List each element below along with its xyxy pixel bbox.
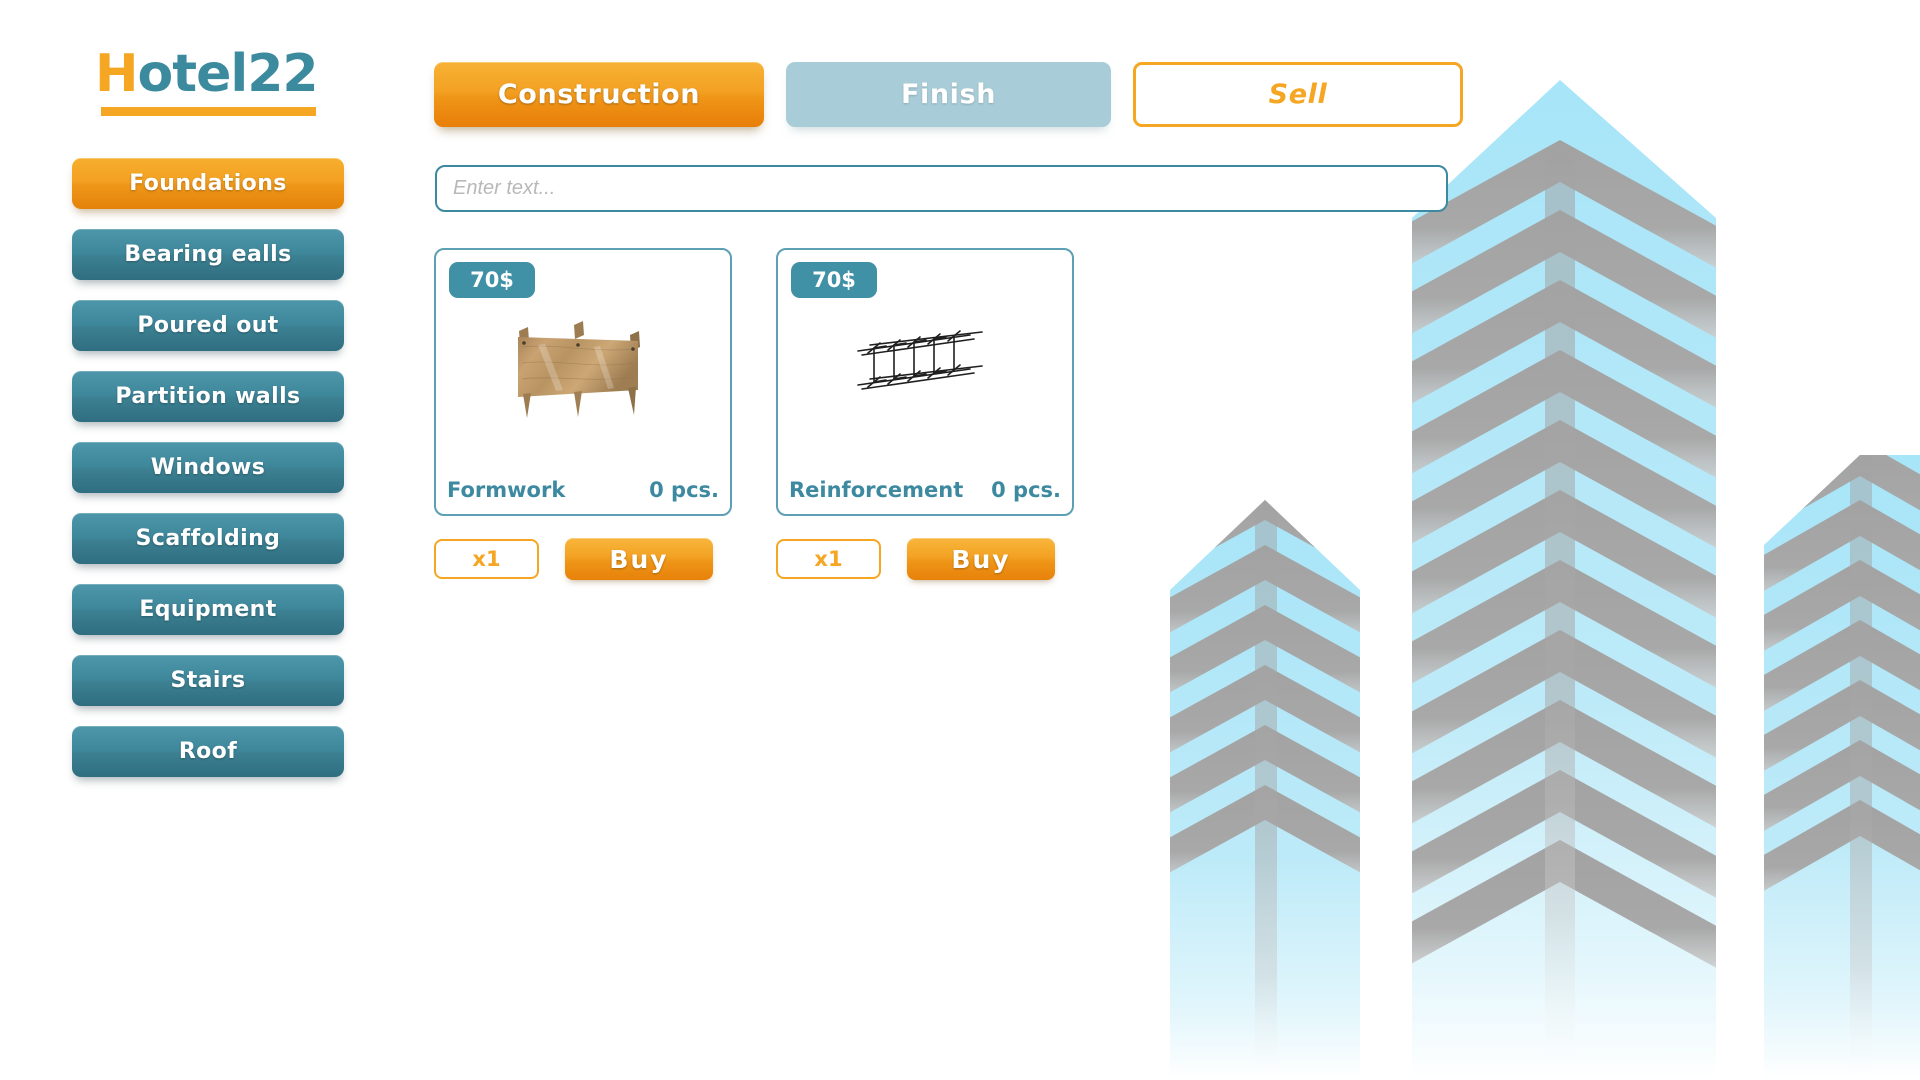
- tower-right-body: [1764, 455, 1920, 1080]
- background-skyline-illustration: [1160, 0, 1920, 1080]
- logo-underline-bar: [101, 107, 316, 116]
- product-card[interactable]: 70$: [434, 248, 732, 516]
- tower-main-body: [1412, 80, 1716, 1080]
- product-card-footer: Reinforcement 0 pcs.: [778, 472, 1072, 514]
- sidebar-item-bearing-walls[interactable]: Bearing ealls: [72, 229, 344, 280]
- product-actions: x1 Buy: [776, 538, 1074, 580]
- product-item-formwork: 70$ Formwork 0 pcs. x1 Buy: [434, 248, 732, 580]
- app-root: Hotel22 Foundations Bearing ealls Poured…: [0, 0, 1920, 1080]
- product-name: Reinforcement: [789, 478, 964, 502]
- product-count: 0 pcs.: [649, 478, 719, 502]
- sidebar-item-partition-walls[interactable]: Partition walls: [72, 371, 344, 422]
- sidebar-item-poured-out[interactable]: Poured out: [72, 300, 344, 351]
- search-input[interactable]: [435, 165, 1448, 212]
- logo-initial: H: [95, 44, 139, 104]
- quantity-selector[interactable]: x1: [434, 539, 539, 579]
- product-item-reinforcement: 70$ Reinforcement 0 pcs. x1 Buy: [776, 248, 1074, 580]
- tower-left-body: [1170, 500, 1360, 1080]
- tab-finish[interactable]: Finish: [786, 62, 1111, 127]
- product-name: Formwork: [447, 478, 566, 502]
- rebar-cage-svg: [857, 330, 983, 390]
- logo-remainder: otel22: [137, 44, 319, 104]
- sidebar-item-stairs[interactable]: Stairs: [72, 655, 344, 706]
- product-card-footer: Formwork 0 pcs.: [436, 472, 730, 514]
- price-badge: 70$: [791, 262, 877, 298]
- tab-construction[interactable]: Construction: [434, 62, 764, 127]
- formwork-panel-svg: [518, 321, 640, 418]
- sidebar-item-foundations[interactable]: Foundations: [72, 158, 344, 209]
- tower-right-windows: [1764, 455, 1920, 1080]
- category-sidebar: Foundations Bearing ealls Poured out Par…: [72, 158, 344, 797]
- product-actions: x1 Buy: [434, 538, 732, 580]
- product-grid: 70$ Formwork 0 pcs. x1 Buy 70$ Reinforce…: [434, 248, 1074, 580]
- price-badge: 70$: [449, 262, 535, 298]
- quantity-selector[interactable]: x1: [776, 539, 881, 579]
- product-count: 0 pcs.: [991, 478, 1061, 502]
- product-card[interactable]: 70$: [776, 248, 1074, 516]
- tower-left-windows: [1170, 500, 1360, 1080]
- sidebar-item-windows[interactable]: Windows: [72, 442, 344, 493]
- tab-sell[interactable]: Sell: [1133, 62, 1463, 127]
- app-logo: Hotel22: [95, 48, 325, 116]
- tower-main-windows: [1412, 140, 1716, 1080]
- buy-button[interactable]: Buy: [565, 538, 713, 580]
- skyline-svg: [1170, 80, 1920, 1080]
- buy-button[interactable]: Buy: [907, 538, 1055, 580]
- sidebar-item-scaffolding[interactable]: Scaffolding: [72, 513, 344, 564]
- sidebar-item-roof[interactable]: Roof: [72, 726, 344, 777]
- mode-tabs: Construction Finish Sell: [434, 62, 1463, 127]
- logo-wordmark: Hotel22: [95, 48, 325, 100]
- sidebar-item-equipment[interactable]: Equipment: [72, 584, 344, 635]
